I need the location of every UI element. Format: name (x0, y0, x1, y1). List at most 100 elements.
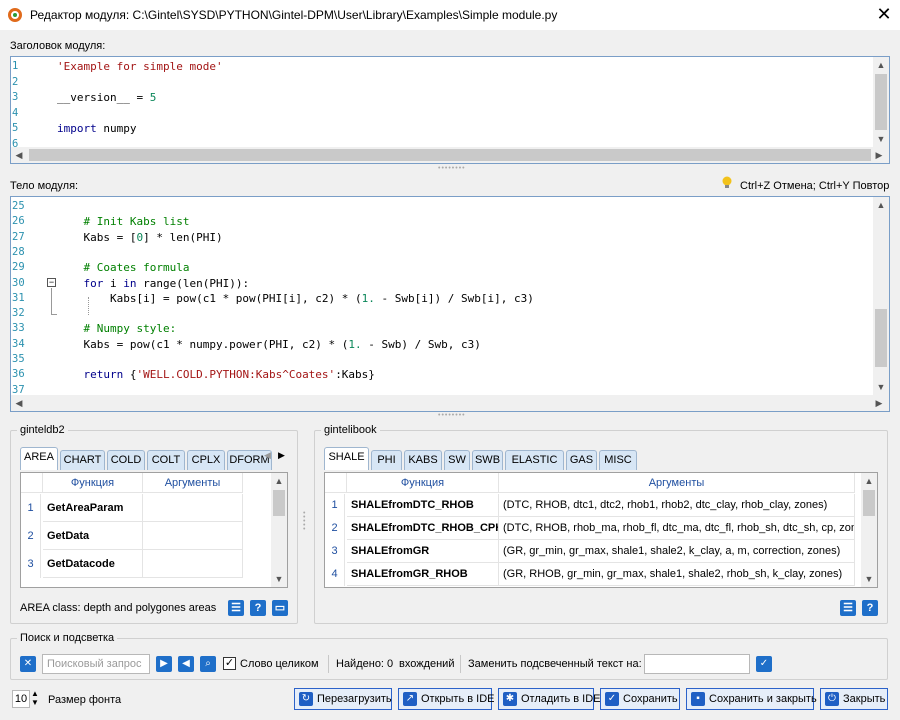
list-view-icon[interactable]: ☰ (840, 600, 856, 616)
vertical-scrollbar[interactable]: ▲ ▼ (861, 473, 877, 587)
splitter-handle[interactable]: •••••••• (438, 412, 466, 419)
arguments-cell[interactable]: (DTC, RHOB, dtc1, dtc2, rhob1, rhob2, dt… (499, 494, 855, 517)
function-name-cell[interactable]: SHALEfromGR_RHOB (347, 563, 499, 586)
code-token: - Swb) / Swb, c3) (361, 337, 481, 351)
tab-cold[interactable]: COLD (107, 450, 145, 470)
function-name-cell[interactable]: SHALEfromDTC_RHOB (347, 494, 499, 517)
scroll-up-icon[interactable]: ▲ (861, 473, 877, 489)
fold-toggle-icon[interactable]: − (47, 278, 56, 287)
vertical-scrollbar[interactable]: ▲ ▼ (873, 197, 889, 395)
column-header-arguments[interactable]: Аргументы (499, 473, 855, 493)
scroll-up-icon[interactable]: ▲ (271, 473, 287, 489)
next-match-icon[interactable]: ▶ (156, 656, 172, 672)
close-window-icon[interactable]: ✕ (872, 4, 896, 26)
tab-elastic[interactable]: ELASTIC (505, 450, 564, 470)
vertical-scrollbar[interactable]: ▲ ▼ (271, 473, 287, 587)
code-token: return (83, 368, 124, 382)
row-number: 2 (21, 522, 41, 550)
arguments-cell[interactable] (143, 550, 243, 578)
arguments-cell[interactable] (143, 522, 243, 550)
list-view-icon[interactable]: ☰ (228, 600, 244, 616)
tab-swb[interactable]: SWB (472, 450, 503, 470)
splitter-handle[interactable]: •••••••• (438, 165, 466, 172)
tab-sw[interactable]: SW (444, 450, 470, 470)
function-name-cell[interactable]: GetData (43, 522, 143, 550)
window-title: Редактор модуля: C:\Gintel\SYSD\PYTHON\G… (30, 8, 558, 22)
arguments-cell[interactable]: (GR, RHOB, gr_min, gr_max, shale1, shale… (499, 563, 855, 586)
scroll-down-icon[interactable]: ▼ (873, 131, 889, 147)
save-button[interactable]: ✓ Сохранить (600, 688, 680, 710)
code-line: 'Example for simple mode' (57, 60, 223, 73)
scroll-thumb[interactable] (875, 309, 887, 367)
help-icon[interactable]: ? (250, 600, 266, 616)
tab-phi[interactable]: PHI (371, 450, 402, 470)
open-in-ide-label: Открыть в IDE (421, 693, 495, 705)
header-code-editor[interactable]: 123456 'Example for simple mode' __versio… (10, 56, 890, 164)
body-code-editor[interactable]: 25 26 27 28 29 30 31 32 33 34 35 36 37 − # Init Kabs… (10, 196, 890, 412)
scroll-left-icon[interactable]: ◀ (11, 395, 27, 411)
tab-gas[interactable]: GAS (566, 450, 597, 470)
whole-word-checkbox[interactable]: ✓ (223, 657, 236, 670)
code-token: :Kabs} (335, 368, 375, 382)
search-icon[interactable]: ⌕ (200, 656, 216, 672)
row-number: 3 (325, 540, 345, 563)
debug-in-ide-button[interactable]: ✱ Отладить в IDE (498, 688, 601, 710)
arguments-cell[interactable] (143, 494, 243, 522)
function-name-cell[interactable]: SHALEfromDTC_RHOB_CPH (347, 517, 499, 540)
search-input[interactable] (42, 654, 150, 674)
apply-replace-icon[interactable]: ✓ (756, 656, 772, 672)
row-number: 1 (325, 494, 345, 517)
code-token: Kabs = pow(c1 * numpy.power(PHI, c2) * ( (57, 337, 349, 351)
font-size-value[interactable]: 10 (12, 690, 30, 708)
scroll-up-icon[interactable]: ▲ (873, 57, 889, 73)
tab-scroll-right-icon[interactable]: ▶ (278, 450, 285, 461)
scroll-down-icon[interactable]: ▼ (271, 571, 287, 587)
row-number: 2 (325, 517, 345, 540)
body-editor-label: Тело модуля: (10, 180, 79, 192)
scroll-down-icon[interactable]: ▼ (873, 379, 889, 395)
tab-kabs[interactable]: KABS (404, 450, 442, 470)
tab-area[interactable]: AREA (20, 447, 58, 470)
ginteldb2-title: ginteldb2 (17, 424, 68, 436)
found-unit: вхождений (399, 658, 455, 670)
tab-scroll-left-icon[interactable]: ◀ (264, 450, 271, 461)
function-name-cell[interactable]: GetAreaParam (43, 494, 143, 522)
clear-search-icon[interactable]: ✕ (20, 656, 36, 672)
function-name-cell[interactable]: GetDatacode (43, 550, 143, 578)
replace-input[interactable] (644, 654, 750, 674)
column-header-arguments[interactable]: Аргументы (143, 473, 243, 493)
horizontal-scrollbar[interactable]: ◀ ▶ (11, 395, 889, 411)
reload-button[interactable]: ↻ Перезагрузить (294, 688, 392, 710)
scroll-thumb[interactable] (29, 149, 871, 161)
vertical-scrollbar[interactable]: ▲ ▼ (873, 57, 889, 147)
open-in-ide-button[interactable]: ↗ Открыть в IDE (398, 688, 495, 710)
tab-chart[interactable]: CHART (60, 450, 105, 470)
prev-match-icon[interactable]: ◀ (178, 656, 194, 672)
tab-colt[interactable]: COLT (147, 450, 185, 470)
tab-shale[interactable]: SHALE (324, 447, 369, 470)
font-size-stepper-icon[interactable]: ▲ ▼ (31, 689, 39, 707)
scroll-right-icon[interactable]: ▶ (871, 147, 887, 163)
scroll-left-icon[interactable]: ◀ (11, 147, 27, 163)
vertical-splitter-handle[interactable]: • • • • • (303, 510, 309, 533)
scroll-thumb[interactable] (863, 490, 875, 516)
scroll-right-icon[interactable]: ▶ (871, 395, 887, 411)
arguments-cell[interactable]: (DTC, RHOB, rhob_ma, rhob_fl, dtc_ma, dt… (499, 517, 855, 540)
help-icon[interactable]: ? (862, 600, 878, 616)
arguments-cell[interactable]: (GR, gr_min, gr_max, shale1, shale2, k_c… (499, 540, 855, 563)
scroll-down-icon[interactable]: ▼ (861, 571, 877, 587)
column-header-function[interactable]: Функция (347, 473, 499, 493)
save-and-close-button[interactable]: ▪ Сохранить и закрыть (686, 688, 817, 710)
scroll-up-icon[interactable]: ▲ (873, 197, 889, 213)
scroll-thumb[interactable] (273, 490, 285, 516)
horizontal-scrollbar[interactable]: ◀ ▶ (11, 147, 889, 163)
book-icon[interactable]: ▭ (272, 600, 288, 616)
function-name-cell[interactable]: SHALEfromGR (347, 540, 499, 563)
code-token: Kabs[i] = pow(c1 * pow(PHI[i], c2) * ( (57, 291, 362, 305)
font-size-label: Размер фонта (48, 694, 122, 706)
tab-cplx[interactable]: CPLX (187, 450, 225, 470)
tab-misc[interactable]: MISC (599, 450, 637, 470)
column-header-function[interactable]: Функция (43, 473, 143, 493)
close-button[interactable]: ⏻ Закрыть (820, 688, 888, 710)
scroll-thumb[interactable] (875, 74, 887, 130)
